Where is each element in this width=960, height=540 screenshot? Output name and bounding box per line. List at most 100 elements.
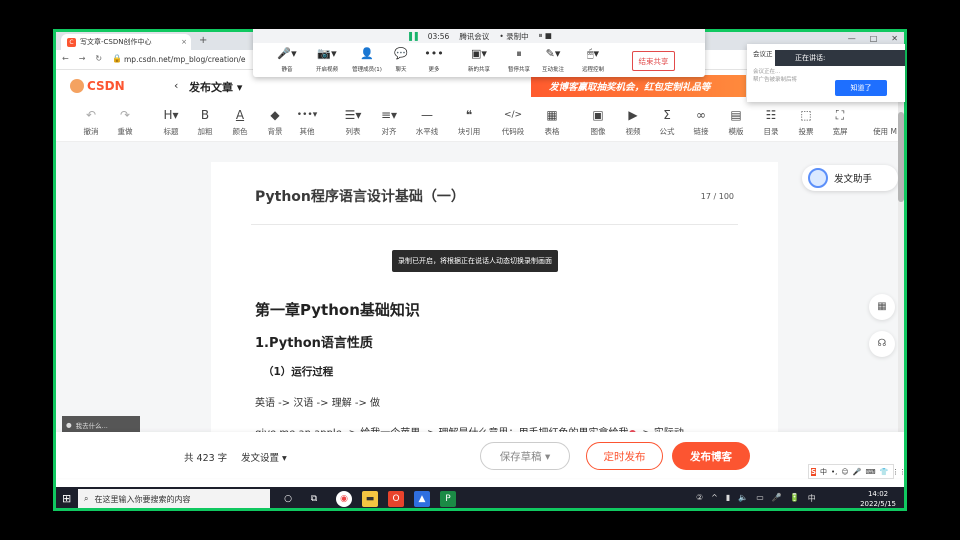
got-it-button[interactable]: 知道了 bbox=[835, 80, 887, 96]
horizontal-line-button[interactable]: — 水平线 bbox=[410, 108, 444, 137]
mute-button[interactable]: 🎤▾ 静音 bbox=[267, 47, 307, 73]
close-tab-icon[interactable]: × bbox=[181, 38, 187, 46]
article-title-input[interactable]: Python程序语言设计基础（一） bbox=[255, 186, 465, 206]
content-heading-2[interactable]: 1.Python语言性质 bbox=[255, 332, 373, 351]
share-screen-icon: ▣▾ bbox=[471, 47, 487, 60]
list-icon: ☰▾ bbox=[344, 108, 362, 122]
toc-button[interactable]: ☷ 目录 bbox=[754, 108, 788, 137]
title-divider bbox=[251, 224, 738, 225]
customer-service-button[interactable]: ☊ bbox=[869, 331, 895, 357]
signal-icon: ▐▐ bbox=[406, 31, 418, 41]
browser-tab[interactable]: C 写文章-CSDN创作中心 × bbox=[61, 34, 191, 50]
bold-button[interactable]: B 加粗 bbox=[188, 108, 222, 137]
back-arrow-icon[interactable]: ← bbox=[62, 54, 69, 63]
writing-assistant-button[interactable]: 发文助手 bbox=[802, 165, 898, 191]
new-share-button[interactable]: ▣▾ 新的共享 bbox=[459, 47, 499, 73]
video-icon: ▶ bbox=[628, 108, 638, 122]
minimize-icon[interactable]: — bbox=[848, 34, 856, 43]
battery-icon[interactable]: 🔋 bbox=[790, 493, 800, 504]
tencent-meeting-icon[interactable]: ▲ bbox=[414, 491, 430, 507]
redo-button[interactable]: ↷ 重做 bbox=[108, 108, 142, 137]
file-explorer-icon[interactable]: ▬ bbox=[362, 491, 378, 507]
pycharm-icon[interactable]: P bbox=[440, 491, 456, 507]
page-title[interactable]: 发布文章 ▾ bbox=[189, 79, 242, 95]
publish-settings-link[interactable]: 发文设置 ▾ bbox=[241, 450, 287, 464]
camera-icon: 📷▾ bbox=[317, 47, 337, 60]
content-heading-3[interactable]: （1）运行过程 bbox=[263, 364, 333, 379]
blockquote-button[interactable]: ❝ 块引用 bbox=[452, 108, 486, 137]
editor-paper[interactable]: Python程序语言设计基础（一） 17 / 100 第一章Python基础知识… bbox=[211, 162, 778, 462]
scrollbar-thumb[interactable] bbox=[898, 112, 904, 202]
promo-banner[interactable]: 发博客赢取抽奖机会，红包定制礼品等 bbox=[531, 75, 746, 97]
taskbar-search-box[interactable]: ⌕ 在这里输入你要搜索的内容 bbox=[78, 489, 270, 508]
timed-publish-button[interactable]: 定时发布 bbox=[586, 442, 663, 470]
vote-button[interactable]: ⬚ 投票 bbox=[789, 108, 823, 137]
remote-control-icon: 🖱▾ bbox=[586, 47, 600, 60]
vote-icon: ⬚ bbox=[800, 108, 812, 122]
mic-tray-icon[interactable]: 🎤 bbox=[772, 493, 782, 504]
list-button[interactable]: ☰▾ 列表 bbox=[336, 108, 370, 137]
meeting-app-name: 腾讯会议 bbox=[459, 31, 490, 41]
video-button[interactable]: ▶ 视频 bbox=[616, 108, 650, 137]
back-chevron-icon[interactable]: ‹ bbox=[174, 79, 178, 92]
clock-time: 14:02 bbox=[867, 490, 889, 498]
more-dots-icon: ••• bbox=[424, 47, 444, 60]
ime-toolbar[interactable]: S 中 •, ☺ 🎤 ⌨ 👕 ⋮⋮ bbox=[808, 464, 904, 479]
qr-code-button[interactable]: ▦ bbox=[869, 294, 895, 320]
color-button[interactable]: A 颜色 bbox=[223, 108, 257, 137]
promo-banner-text: 发博客赢取抽奖机会，红包定制礼品等 bbox=[549, 82, 711, 93]
save-draft-button[interactable]: 保存草稿 ▾ bbox=[480, 442, 570, 470]
assistant-label: 发文助手 bbox=[834, 174, 873, 185]
widescreen-icon: ⛶ bbox=[835, 108, 845, 122]
table-button[interactable]: ▦ 表格 bbox=[535, 108, 569, 137]
language-indicator[interactable]: 中 bbox=[808, 493, 816, 504]
template-button[interactable]: ▤ 模版 bbox=[719, 108, 753, 137]
other-button[interactable]: •••▾ 其他 bbox=[290, 108, 324, 137]
popup-subtext: 会议正在... 帮广告被录制后将 bbox=[753, 69, 798, 83]
end-share-button[interactable]: 结束共享 bbox=[632, 51, 675, 71]
maximize-icon[interactable]: □ bbox=[870, 34, 878, 43]
recording-controls[interactable]: ⏸ ■ bbox=[539, 31, 552, 41]
csdn-logo[interactable]: CSDN bbox=[70, 79, 125, 93]
csdn-favicon-icon: C bbox=[67, 37, 76, 47]
more-button[interactable]: ••• 更多 bbox=[414, 47, 454, 73]
recording-toast: 录制已开启，将根据正在说话人动态切换录制画面 bbox=[392, 250, 558, 272]
undo-button[interactable]: ↶ 撤消 bbox=[74, 108, 108, 137]
volume-icon[interactable]: 🔈 bbox=[738, 493, 748, 504]
start-video-button[interactable]: 📷▾ 开启视频 bbox=[307, 47, 347, 73]
remote-control-button[interactable]: 🖱▾ 远程控制 bbox=[573, 47, 613, 73]
reload-icon[interactable]: ↻ bbox=[95, 54, 102, 63]
office-icon[interactable]: O bbox=[388, 491, 404, 507]
content-heading-1[interactable]: 第一章Python基础知识 bbox=[255, 299, 420, 320]
redo-icon: ↷ bbox=[119, 108, 131, 122]
assistant-avatar-icon bbox=[808, 168, 828, 188]
image-button[interactable]: ▣ 图像 bbox=[581, 108, 615, 137]
formula-icon: Σ bbox=[663, 108, 671, 122]
heading-button[interactable]: H▾ 标题 bbox=[154, 108, 188, 137]
new-tab-button[interactable]: + bbox=[199, 35, 207, 46]
url-field[interactable]: mp.csdn.net/mp_blog/creation/e bbox=[124, 55, 246, 64]
use-markdown-button[interactable]: 使用 M bbox=[868, 108, 902, 137]
skin-icon: 👕 bbox=[879, 467, 889, 476]
task-view-icon[interactable]: ⧉ bbox=[306, 491, 322, 507]
clock[interactable]: 14:02 2022/5/15 bbox=[860, 489, 896, 508]
close-window-icon[interactable]: ✕ bbox=[891, 34, 898, 43]
publish-blog-button[interactable]: 发布博客 bbox=[672, 442, 750, 470]
align-button[interactable]: ≡▾ 对齐 bbox=[372, 108, 406, 137]
title-char-counter: 17 / 100 bbox=[700, 192, 734, 201]
windows-start-icon[interactable]: ⊞ bbox=[62, 492, 71, 505]
background-button[interactable]: ◆ 背景 bbox=[258, 108, 292, 137]
content-paragraph-1[interactable]: 英语 -> 汉语 -> 理解 -> 做 bbox=[255, 394, 380, 409]
page-scrollbar[interactable] bbox=[898, 102, 904, 432]
widescreen-button[interactable]: ⛶ 宽屏 bbox=[823, 108, 857, 137]
chrome-icon[interactable]: ◉ bbox=[336, 491, 352, 507]
formula-button[interactable]: Σ 公式 bbox=[650, 108, 684, 137]
cortana-icon[interactable]: ○ bbox=[280, 491, 296, 507]
code-block-button[interactable]: </> 代码段 bbox=[496, 108, 530, 137]
annotate-pen-icon: ✎▾ bbox=[545, 47, 561, 60]
link-button[interactable]: ∞ 链接 bbox=[684, 108, 718, 137]
annotate-button[interactable]: ✎▾ 互动批注 bbox=[533, 47, 573, 73]
template-icon: ▤ bbox=[730, 108, 742, 122]
paint-bucket-icon: ◆ bbox=[270, 108, 280, 122]
forward-arrow-icon[interactable]: → bbox=[79, 54, 86, 63]
